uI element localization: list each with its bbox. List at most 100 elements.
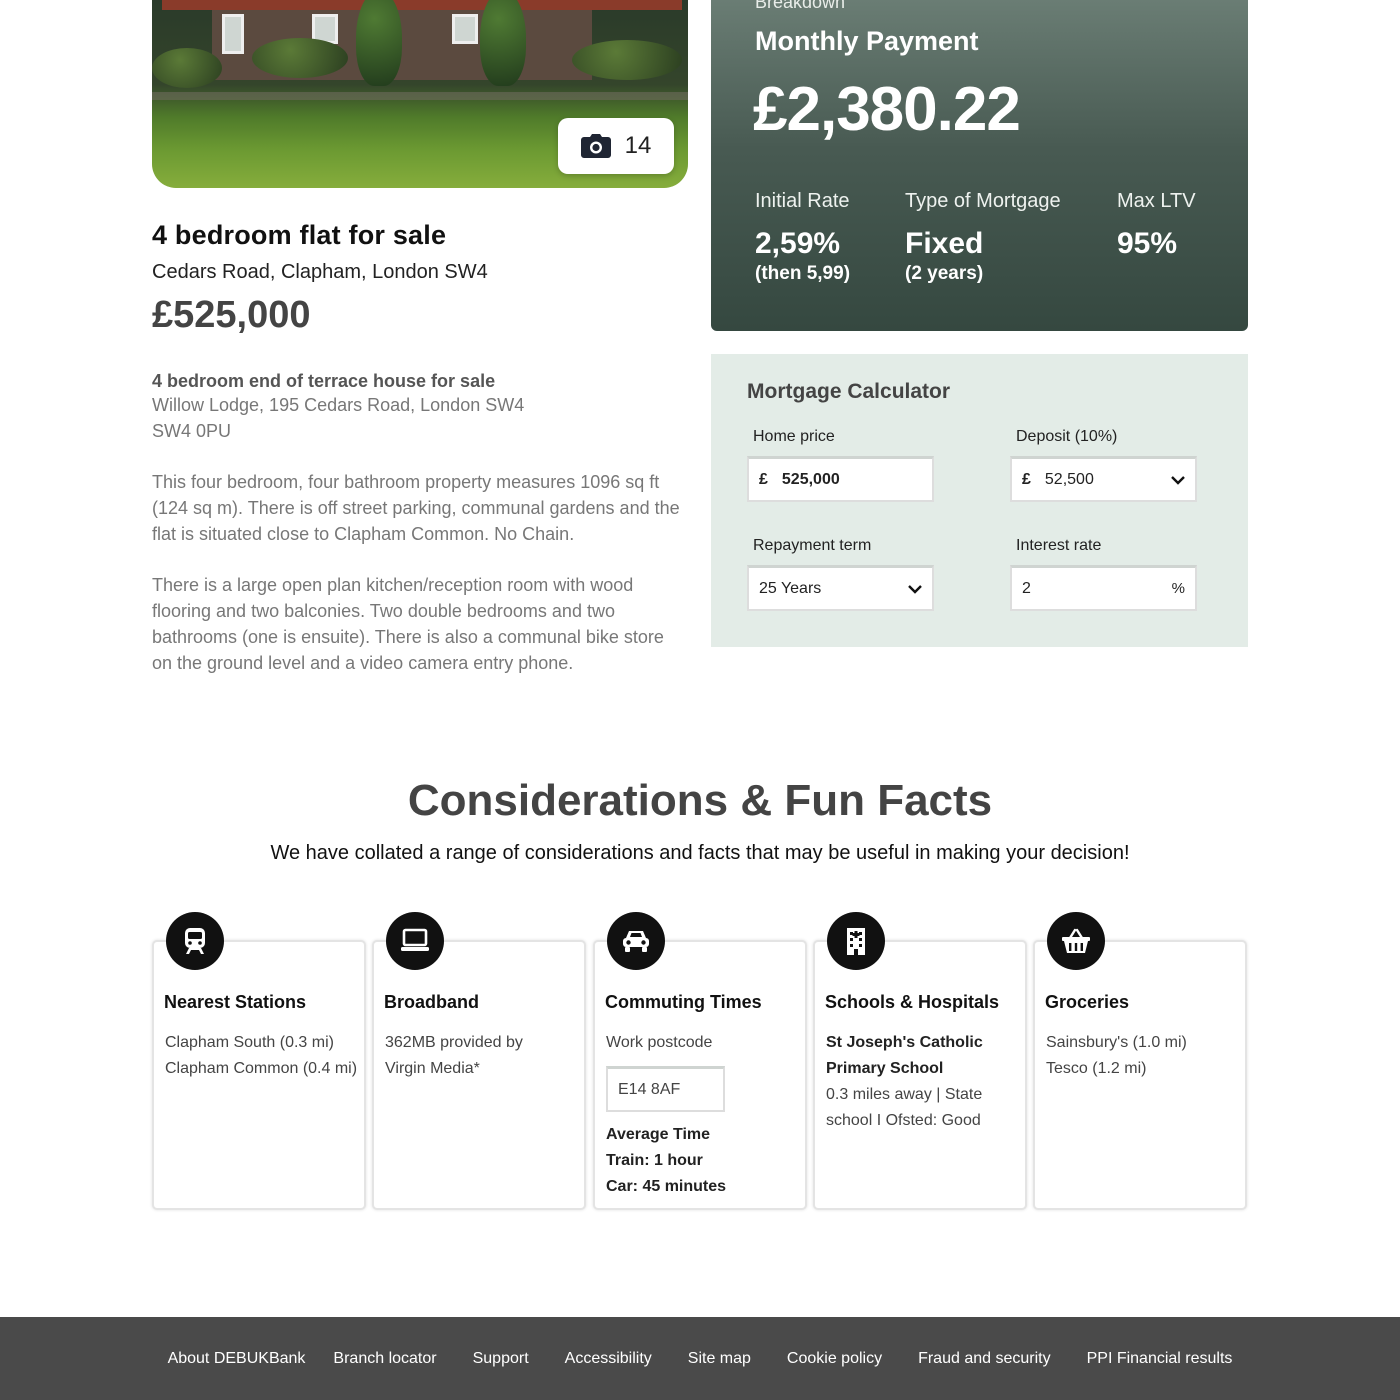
monthly-payment-amount: £2,380.22 [753,75,1021,144]
listing-address-line1: Willow Lodge, 195 Cedars Road, London SW… [152,395,525,415]
repayment-term-select[interactable]: 25 Years [747,565,934,611]
interest-rate-value: 2 [1022,579,1031,597]
metric-mortgage-type: Type of Mortgage Fixed (2 years) [905,190,1061,285]
photo-shrub [152,48,222,88]
card-body: Work postcode E14 8AF Average Time Train… [606,1030,806,1200]
metric-label: Initial Rate [755,190,850,212]
payment-breakdown-card: Breakdown Monthly Payment £2,380.22 Init… [711,0,1248,331]
interest-rate-input[interactable]: 2 % [1010,565,1197,611]
station-item: Clapham Common (0.4 mi) [165,1060,358,1077]
repayment-term-value: 25 Years [759,579,822,597]
metric-note: (then 5,99) [755,263,851,284]
train-time: Train: 1 hour [606,1152,703,1169]
footer-link-cookie-policy[interactable]: Cookie policy [787,1350,882,1368]
deposit-label: Deposit (10%) [1016,428,1118,445]
metric-value: 95% [1117,227,1178,260]
photo-count-button[interactable]: 14 [558,118,674,174]
currency-symbol: £ [1022,470,1031,488]
listing-subtitle: 4 bedroom end of terrace house for sale [152,371,496,391]
station-item: Clapham South (0.3 mi) [165,1034,334,1051]
camera-icon [580,134,611,158]
laptop-icon [386,912,444,970]
train-icon [166,912,224,970]
home-price-input[interactable]: £ 525,000 [747,456,934,502]
photo-shrub [252,38,348,78]
currency-symbol: £ [759,470,768,488]
basket-icon [1047,912,1105,970]
listing-title: 4 bedroom flat for sale [152,220,447,250]
metric-initial-rate: Initial Rate 2,59% (then 5,99) [755,190,850,285]
interest-rate-field: Interest rate 2 % [1010,537,1197,611]
metric-note: (2 years) [905,263,984,284]
home-price-field: Home price £ 525,000 [747,428,934,502]
footer-link-branch-locator[interactable]: Branch locator [333,1350,436,1368]
school-name: St Joseph's Catholic [826,1034,983,1051]
listing-details: 4 bedroom flat for sale Cedars Road, Cla… [152,220,682,676]
footer-link-fraud-security[interactable]: Fraud and security [918,1350,1051,1368]
card-body: St Joseph's Catholic Primary School 0.3 … [826,1030,1026,1134]
card-nearest-stations: Nearest Stations Clapham South (0.3 mi) … [152,912,366,1210]
property-photo[interactable]: 14 [152,0,688,188]
photo-tree [480,0,526,86]
card-title: Commuting Times [605,992,762,1012]
considerations-title: Considerations & Fun Facts [407,776,993,825]
work-postcode-value: E14 8AF [618,1080,681,1098]
work-postcode-label: Work postcode [606,1034,713,1051]
home-price-label: Home price [753,428,835,445]
photo-shrub [572,40,682,80]
card-broadband: Broadband 362MB provided by Virgin Media… [372,912,586,1210]
grocery-item: Sainsbury's (1.0 mi) [1046,1034,1187,1051]
grocery-item: Tesco (1.2 mi) [1046,1060,1147,1077]
car-icon [607,912,665,970]
listing-description: This four bedroom, four bathroom propert… [152,472,680,544]
photo-window [452,14,478,44]
card-title: Groceries [1045,992,1130,1012]
listing-price: £525,000 [152,294,311,336]
card-schools-hospitals: Schools & Hospitals St Joseph's Catholic… [813,912,1027,1210]
footer-link-ppi-results[interactable]: PPI Financial results [1087,1350,1233,1368]
listing-address: Cedars Road, Clapham, London SW4 [152,261,488,283]
repayment-term-field: Repayment term 25 Years [747,537,934,611]
footer-link-accessibility[interactable]: Accessibility [565,1350,652,1368]
metric-max-ltv: Max LTV 95% [1117,190,1196,261]
card-title: Nearest Stations [164,992,307,1012]
photo-count: 14 [624,132,652,159]
average-time-label: Average Time [606,1126,711,1143]
metric-value: 2,59% [755,227,841,260]
percent-unit: % [1171,580,1185,597]
metric-value: Fixed [905,227,984,260]
footer-link-site-map[interactable]: Site map [688,1350,751,1368]
photo-path [152,92,688,100]
broadband-line: Virgin Media* [385,1060,480,1077]
site-footer: About DEBUKBank Branch locator Support A… [0,1317,1400,1400]
metric-label: Type of Mortgage [905,190,1061,212]
metric-label: Max LTV [1117,190,1196,212]
card-body: Clapham South (0.3 mi) Clapham Common (0… [165,1030,365,1082]
interest-rate-label: Interest rate [1016,537,1102,554]
school-detail: school I Ofsted: Good [826,1112,981,1129]
home-price-value: 525,000 [781,470,840,488]
car-time: Car: 45 minutes [606,1178,727,1195]
footer-link-support[interactable]: Support [473,1350,529,1368]
card-title: Schools & Hospitals [825,992,1000,1012]
deposit-value: 52,500 [1044,470,1094,488]
chevron-down-icon [1171,473,1185,487]
footer-link-about[interactable]: About DEBUKBank [168,1350,306,1368]
card-commuting-times: Commuting Times Work postcode E14 8AF Av… [593,912,807,1210]
breakdown-kicker: Breakdown [755,0,846,12]
photo-roof [162,0,682,10]
photo-window [222,14,244,54]
card-title: Broadband [384,992,480,1012]
deposit-field: Deposit (10%) £ 52,500 [1010,428,1197,502]
monthly-payment-label: Monthly Payment [755,26,979,56]
work-postcode-input[interactable]: E14 8AF [606,1066,725,1112]
mortgage-calculator: Mortgage Calculator Home price £ 525,000… [711,354,1248,647]
school-detail: 0.3 miles away | State [826,1086,983,1103]
considerations-subtitle: We have collated a range of consideratio… [270,842,1130,864]
broadband-line: 362MB provided by [385,1034,523,1051]
chevron-down-icon [908,582,922,596]
deposit-select[interactable]: £ 52,500 [1010,456,1197,502]
listing-address-line2: SW4 0PU [152,421,232,441]
building-icon [827,912,885,970]
repayment-term-label: Repayment term [753,537,872,554]
